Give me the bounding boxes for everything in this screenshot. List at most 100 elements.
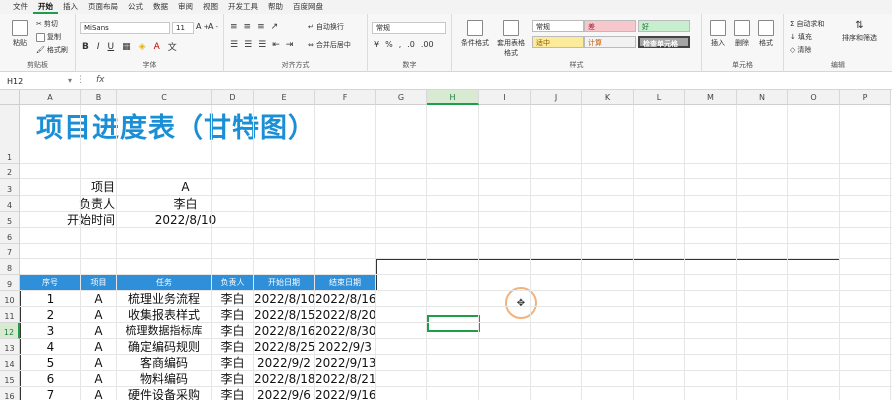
row-header[interactable]: 8 [0,259,20,275]
table-cell[interactable]: 李白 [212,307,254,323]
table-cell[interactable]: 2022/9/3 [315,339,376,355]
font-name-select[interactable]: MiSans [80,22,170,34]
table-cell[interactable]: A [81,291,117,307]
active-cell-h12[interactable] [427,315,480,332]
info-value[interactable]: A [117,179,254,195]
column-header[interactable]: F [315,90,376,105]
cell-style-option[interactable]: 常规 [532,20,584,32]
gantt-header-cell[interactable] [427,275,479,291]
gantt-header-cell[interactable] [479,259,531,275]
column-header[interactable]: B [81,90,117,105]
gantt-header-cell[interactable] [376,275,427,291]
name-box-dropdown-icon[interactable]: ▾ [68,76,72,85]
table-cell[interactable]: 2022/8/16 [254,323,315,339]
menu-tab[interactable]: 开发工具 [223,0,263,14]
table-cell[interactable]: 2022/8/21 [315,371,376,387]
row-header[interactable]: 12 [0,323,20,339]
menu-tab[interactable]: 插入 [58,0,83,14]
table-cell[interactable]: A [81,387,117,400]
column-header[interactable]: C [117,90,212,105]
formula-input[interactable] [112,75,882,88]
table-cell[interactable]: 李白 [212,371,254,387]
comma-icon[interactable]: , [399,40,402,49]
gantt-header-cell[interactable] [427,259,479,275]
menu-tab[interactable]: 审阅 [173,0,198,14]
copy-button[interactable]: 复制 [36,32,61,42]
align-left-icon[interactable]: ☰ [230,40,238,50]
column-header[interactable]: O [788,90,840,105]
menu-tab[interactable]: 文件 [8,0,33,14]
row-header[interactable]: 15 [0,371,20,387]
menu-tab[interactable]: 页面布局 [83,0,123,14]
table-cell[interactable]: 2022/9/13 [315,355,376,371]
gantt-header-cell[interactable] [582,259,634,275]
orientation-icon[interactable]: ↗ [271,22,279,32]
column-header[interactable]: A [20,90,81,105]
table-cell[interactable]: 李白 [212,323,254,339]
column-header[interactable]: I [479,90,531,105]
align-top-icon[interactable]: ≡ [230,22,238,32]
cell-style-option[interactable]: 好 [638,20,690,32]
gantt-header-cell[interactable] [531,275,582,291]
table-cell[interactable]: A [81,307,117,323]
row-header[interactable]: 1 [0,105,20,164]
table-cell[interactable]: 2022/8/18 [254,371,315,387]
clear-button[interactable]: ◇ 清除 [790,45,811,55]
column-header[interactable]: G [376,90,427,105]
cell-style-option[interactable]: 检查单元格 [638,36,690,48]
italic-button[interactable]: I [97,42,100,52]
gantt-header-cell[interactable] [788,259,840,275]
table-cell[interactable]: 5 [20,355,81,371]
phonetic-icon[interactable]: 文 [168,40,177,53]
insert-button[interactable]: 插入 [710,20,726,48]
table-cell[interactable]: A [81,323,117,339]
table-format-button[interactable]: 套用表格格式 [494,20,528,58]
info-value[interactable]: 2022/8/10 [117,212,254,228]
autosum-button[interactable]: Σ 自动求和 [790,19,824,29]
table-cell[interactable]: 确定编码规则 [117,339,212,355]
font-color-icon[interactable]: A [154,42,160,52]
gantt-header-cell[interactable] [634,259,685,275]
conditional-format-button[interactable]: 条件格式 [456,20,494,48]
table-header-cell[interactable]: 负责人 [212,275,254,291]
table-cell[interactable]: 物料编码 [117,371,212,387]
cut-button[interactable]: ✂ 剪切 [36,19,58,29]
gantt-header-cell[interactable] [685,275,737,291]
gantt-header-cell[interactable] [531,259,582,275]
table-cell[interactable]: 客商编码 [117,355,212,371]
table-cell[interactable]: 2 [20,307,81,323]
align-center-icon[interactable]: ☰ [244,40,252,50]
menu-tab[interactable]: 帮助 [263,0,288,14]
table-header-cell[interactable]: 任务 [117,275,212,291]
menu-tab[interactable]: 百度网盘 [288,0,328,14]
row-header[interactable]: 3 [0,179,20,196]
column-header[interactable]: E [254,90,315,105]
delete-button[interactable]: 删除 [734,20,750,48]
row-header[interactable]: 13 [0,339,20,355]
table-cell[interactable]: 1 [20,291,81,307]
select-all-corner[interactable] [0,90,20,105]
fill-color-icon[interactable]: ◈ [139,42,146,52]
table-cell[interactable]: 2022/9/6 [254,387,315,400]
wrap-text-button[interactable]: ↵ 自动换行 [308,22,344,32]
table-cell[interactable]: 李白 [212,291,254,307]
name-box[interactable]: H12 [4,75,64,88]
table-cell[interactable]: 2022/9/2 [254,355,315,371]
table-cell[interactable]: 2022/8/30 [315,323,376,339]
row-header[interactable]: 16 [0,387,20,400]
table-cell[interactable]: 2022/9/16 [315,387,376,400]
table-cell[interactable]: 李白 [212,339,254,355]
table-header-cell[interactable]: 序号 [20,275,81,291]
table-cell[interactable]: 梳理业务流程 [117,291,212,307]
gantt-header-cell[interactable] [685,259,737,275]
shrink-font-button[interactable]: A- [208,22,218,31]
indent-icon[interactable]: ⇤ [272,40,280,50]
fill-button[interactable]: ↓ 填充 [790,32,812,42]
table-cell[interactable]: 3 [20,323,81,339]
column-header[interactable]: H [427,90,479,105]
menu-tab[interactable]: 数据 [148,0,173,14]
align-bottom-icon[interactable]: ≡ [257,22,265,32]
row-header[interactable]: 5 [0,212,20,228]
align-middle-icon[interactable]: ≡ [244,22,252,32]
table-cell[interactable]: 2022/8/20 [315,307,376,323]
